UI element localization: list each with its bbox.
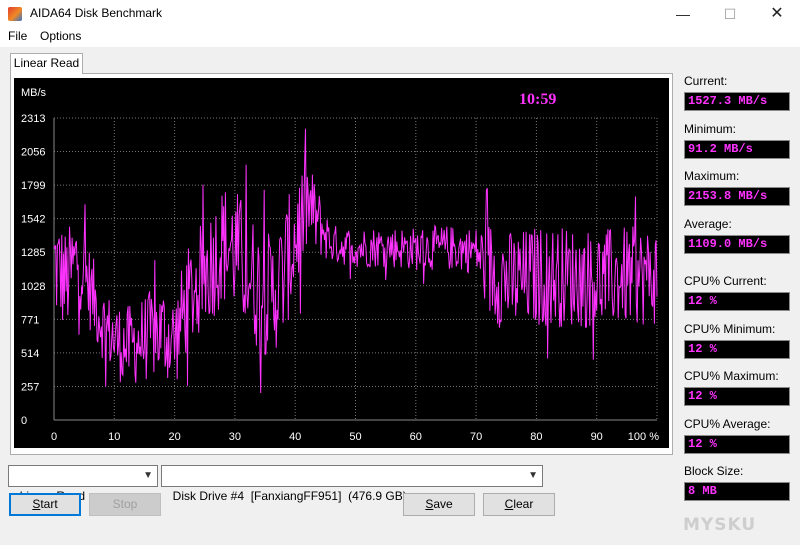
title-bar: AIDA64 Disk Benchmark — ☐ ✕ (0, 0, 800, 28)
block-size-label: Block Size: (684, 464, 744, 478)
block-size-value: 8 MB (684, 482, 790, 501)
close-button[interactable]: ✕ (754, 0, 800, 28)
y-tick-label: 1028 (21, 281, 45, 293)
y-tick-label: 2056 (21, 147, 45, 159)
x-tick-label: 40 (289, 431, 301, 443)
maximum-value: 2153.8 MB/s (684, 187, 790, 206)
y-tick-label: 257 (21, 381, 39, 393)
x-tick-label: 50 (349, 431, 361, 443)
start-label-rest: tart (40, 497, 58, 511)
y-tick-label: 0 (21, 415, 27, 427)
start-button[interactable]: Start (9, 493, 81, 516)
maximize-button[interactable]: ☐ (707, 0, 753, 28)
clear-label-rest: lear (513, 497, 534, 511)
chart-svg: MB/s 0 257 514 771 1028 1285 1542 1799 2056 2313 0 1… (21, 87, 659, 443)
y-tick-label: 1799 (21, 180, 45, 192)
clear-button[interactable]: Clear (483, 493, 555, 516)
aida64-app-icon (8, 7, 22, 21)
x-tick-label: 90 (591, 431, 603, 443)
test-type-select[interactable]: Linear Read ▼ (8, 465, 158, 503)
cpu-maximum-label: CPU% Maximum: (684, 369, 779, 383)
chevron-down-icon: ▼ (528, 470, 538, 481)
menu-file[interactable]: File (8, 29, 27, 43)
minimum-label: Minimum: (684, 122, 737, 136)
cpu-average-value: 12 % (684, 435, 790, 454)
chevron-down-icon: ▼ (143, 470, 153, 481)
y-tick-label: 771 (21, 314, 39, 326)
x-tick-label: 30 (229, 431, 241, 443)
save-button[interactable]: Save (403, 493, 475, 516)
window-title: AIDA64 Disk Benchmark (30, 6, 163, 20)
current-value: 1527.3 MB/s (684, 92, 790, 111)
cpu-minimum-label: CPU% Minimum: (684, 322, 776, 336)
cpu-maximum-value: 12 % (684, 387, 790, 406)
cpu-current-value: 12 % (684, 292, 790, 311)
cpu-current-label: CPU% Current: (684, 274, 767, 288)
watermark: MYSKU (683, 515, 757, 535)
y-tick-label: 1542 (21, 214, 45, 226)
y-tick-label: 2313 (21, 113, 45, 125)
x-tick-label: 100 % (628, 431, 659, 443)
cpu-minimum-value: 12 % (684, 340, 790, 359)
y-tick-label: 1285 (21, 247, 45, 259)
benchmark-clock: 10:59 (519, 91, 556, 108)
stop-button[interactable]: Stop (89, 493, 161, 516)
save-label-rest: ave (433, 497, 453, 511)
menu-options[interactable]: Options (40, 29, 81, 43)
x-tick-label: 0 (51, 431, 57, 443)
cpu-average-label: CPU% Average: (684, 417, 771, 431)
drive-select[interactable]: Disk Drive #4 [FanxiangFF951] (476.9 GB)… (161, 465, 543, 503)
x-tick-label: 80 (530, 431, 542, 443)
average-value: 1109.0 MB/s (684, 235, 790, 254)
x-tick-label: 10 (108, 431, 120, 443)
menu-bar: File Options (0, 28, 800, 47)
y-axis-unit-label: MB/s (21, 87, 47, 99)
linear-read-series-line (53, 128, 658, 394)
tab-linear-read[interactable]: Linear Read (10, 53, 83, 74)
x-tick-label: 60 (410, 431, 422, 443)
average-label: Average: (684, 217, 732, 231)
y-tick-label: 514 (21, 348, 39, 360)
x-tick-label: 20 (168, 431, 180, 443)
current-label: Current: (684, 74, 728, 88)
x-tick-label: 70 (470, 431, 482, 443)
minimum-value: 91.2 MB/s (684, 140, 790, 159)
benchmark-chart: MB/s 0 257 514 771 1028 1285 1542 1799 2056 2313 0 1… (14, 78, 669, 448)
drive-value: Disk Drive #4 [FanxiangFF951] (476.9 GB) (172, 489, 407, 503)
minimize-button[interactable]: — (660, 0, 706, 28)
maximum-label: Maximum: (684, 169, 740, 183)
